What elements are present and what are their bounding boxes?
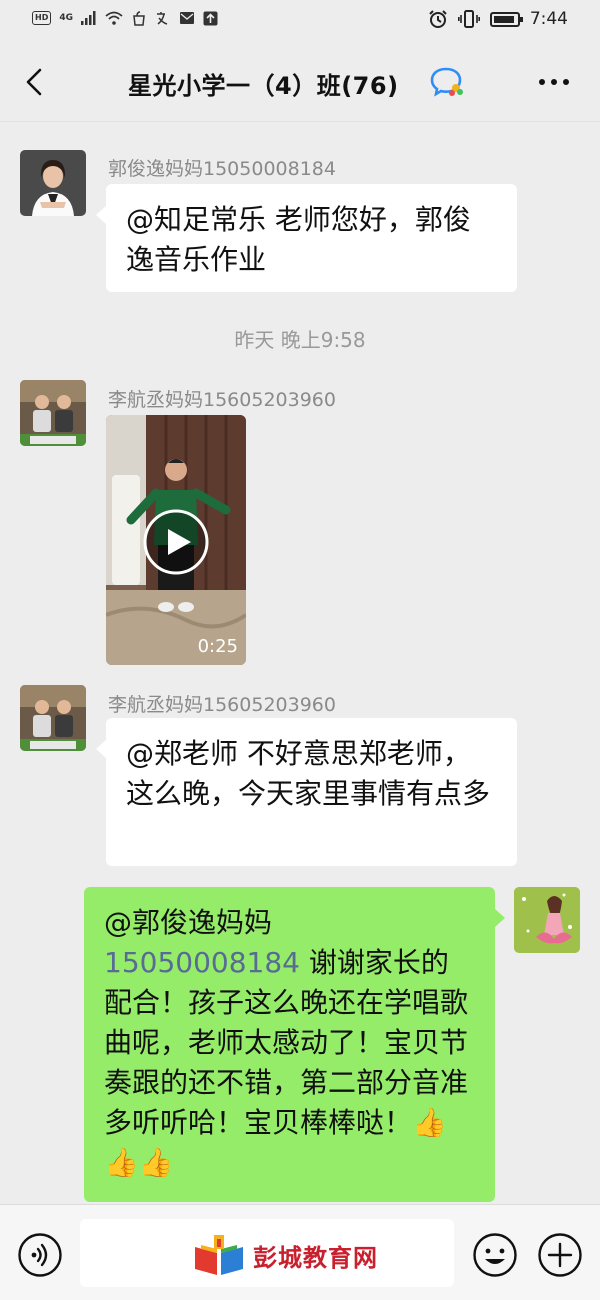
avatar-woman-image [20, 150, 86, 216]
hd-indicator: HD [32, 11, 52, 25]
watermark-logo: 彭城教育网 [193, 1233, 403, 1277]
wifi-icon [105, 11, 123, 25]
message-text: @郑老师 不好意思郑老师，这么晚，今天家里事情有点多 [126, 737, 491, 810]
alarm-icon [429, 10, 447, 28]
avatar-kids-image [20, 380, 86, 446]
translate-icon [157, 12, 168, 25]
status-bar: HD 4G 7:44 [0, 0, 600, 42]
avatar-kids-image [20, 685, 86, 751]
vibrate-icon [457, 10, 480, 28]
watermark-text: 彭城教育网 [253, 1242, 378, 1272]
sender-name: 郭俊逸妈妈15050008184 [108, 158, 336, 180]
status-indicators: HD 4G [32, 10, 218, 26]
sender-name: 李航丞妈妈15605203960 [108, 694, 336, 716]
avatar[interactable] [20, 685, 86, 751]
message-icon [180, 12, 194, 24]
avatar[interactable] [20, 150, 86, 216]
network-indicator: 4G [59, 13, 73, 23]
battery-icon [489, 11, 523, 27]
bag-icon [133, 11, 145, 26]
video-message[interactable]: 0:25 [106, 415, 246, 665]
phone-link[interactable]: 15050008184 [104, 946, 300, 979]
chat-header: 星光小学一（4）班(76) [0, 42, 600, 122]
clock: 7:44 [529, 9, 568, 29]
avatar[interactable] [20, 380, 86, 446]
back-arrow-icon[interactable] [18, 64, 54, 100]
emoji-icon[interactable] [472, 1232, 518, 1278]
plus-icon[interactable] [537, 1232, 583, 1278]
my-message-bubble[interactable]: @郭俊逸妈妈 15050008184 谢谢家长的配合！孩子这么晚还在学唱歌曲呢，… [84, 887, 505, 1202]
more-icon[interactable] [536, 72, 572, 92]
chat-title: 星光小学一（4）班(76) [128, 72, 399, 100]
status-system: 7:44 [428, 9, 568, 29]
message-text: @知足常乐 老师您好，郭俊逸音乐作业 [126, 203, 471, 276]
book-logo-icon [195, 1235, 243, 1275]
input-bar: 彭城教育网 [0, 1204, 600, 1300]
play-icon[interactable] [141, 507, 211, 577]
sender-name: 李航丞妈妈15605203960 [108, 389, 336, 411]
voice-icon[interactable] [17, 1232, 63, 1278]
video-duration: 0:25 [197, 636, 238, 657]
message-bubble[interactable]: @知足常乐 老师您好，郭俊逸音乐作业 [96, 184, 517, 292]
message-bubble[interactable]: @郑老师 不好意思郑老师，这么晚，今天家里事情有点多 [96, 718, 517, 866]
group-chat-icon [430, 67, 463, 97]
timestamp: 昨天 晚上9:58 [234, 328, 366, 352]
my-avatar[interactable] [514, 887, 580, 953]
signal-icon [81, 11, 96, 25]
message-input[interactable]: 彭城教育网 [80, 1219, 454, 1287]
avatar-fairy-image [514, 887, 580, 953]
mention-text[interactable]: @郭俊逸妈妈 [104, 906, 272, 939]
upload-icon [203, 11, 218, 25]
